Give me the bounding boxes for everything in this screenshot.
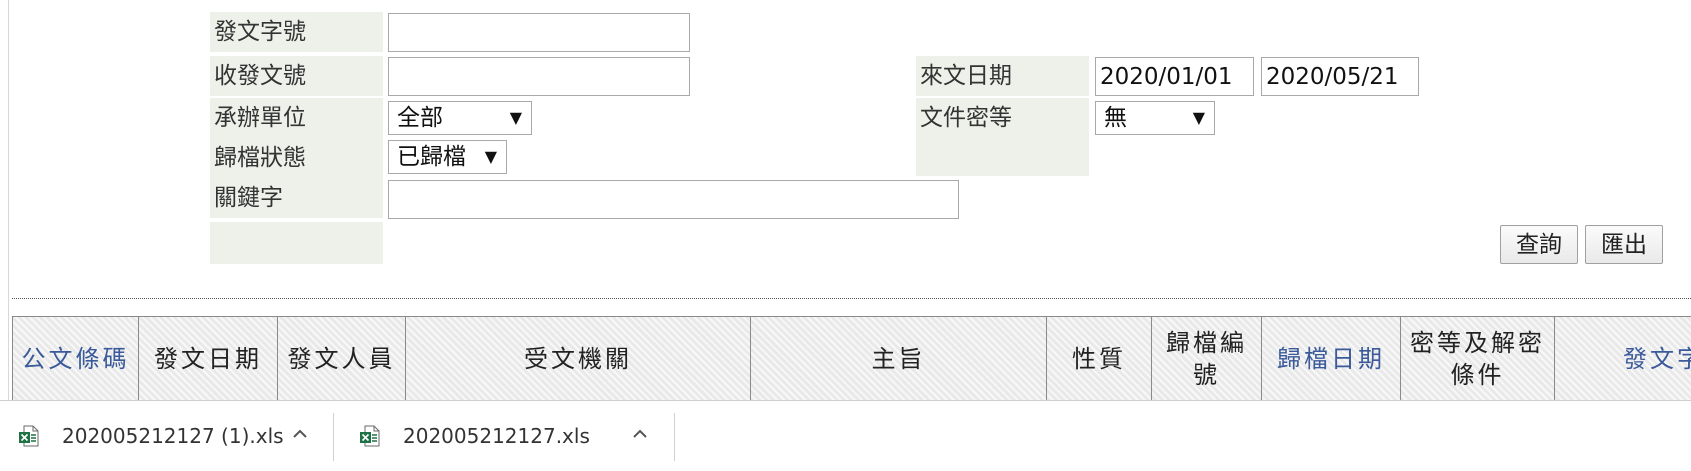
security-level-value: 無: [1104, 105, 1127, 131]
column-header-nature: 性質: [1047, 317, 1152, 401]
dropdown-arrow-icon: ▼: [509, 108, 522, 127]
incoming-date-label: 來文日期: [916, 56, 1089, 96]
download-filename: 202005212127.xls: [403, 424, 590, 448]
archive-status-select[interactable]: 已歸檔 ▼: [388, 140, 507, 174]
dropdown-arrow-icon: ▼: [1192, 108, 1205, 127]
column-header-barcode[interactable]: 公文條碼: [13, 317, 139, 401]
search-button[interactable]: 查詢: [1500, 225, 1578, 264]
download-filename: 202005212127 (1).xls: [62, 424, 284, 448]
column-header-sender: 發文人員: [278, 317, 406, 401]
download-divider: [674, 413, 675, 461]
chevron-up-icon[interactable]: [289, 423, 311, 445]
handling-unit-select[interactable]: 全部 ▼: [388, 101, 532, 135]
archive-status-label: 歸檔狀態: [210, 138, 383, 178]
column-header-security-conditions: 密等及解密條件: [1401, 317, 1555, 401]
download-item[interactable]: 202005212127 (1).xls: [0, 401, 332, 471]
keyword-label: 關鍵字: [210, 178, 383, 218]
page-left-border: [8, 0, 9, 400]
security-level-select[interactable]: 無 ▼: [1095, 101, 1215, 135]
column-header-recipient: 受文機關: [406, 317, 751, 401]
column-header-send-date: 發文日期: [139, 317, 278, 401]
excel-file-icon: [19, 425, 39, 447]
dropdown-arrow-icon: ▼: [484, 147, 497, 166]
handling-unit-label: 承辦單位: [210, 98, 383, 138]
excel-file-icon: [360, 425, 380, 447]
date-from-input[interactable]: [1095, 57, 1254, 96]
export-button[interactable]: 匯出: [1585, 225, 1663, 264]
results-table-header: 公文條碼 發文日期 發文人員 受文機關 主旨 性質 歸檔編號 歸檔日期 密等及解…: [12, 316, 1691, 401]
keyword-input[interactable]: [388, 180, 959, 219]
column-header-archive-date[interactable]: 歸檔日期: [1262, 317, 1401, 401]
empty-label-cell: [210, 222, 383, 264]
section-divider: [12, 298, 1691, 299]
date-to-input[interactable]: [1261, 57, 1419, 96]
handling-unit-value: 全部: [397, 105, 443, 131]
column-header-subject: 主旨: [751, 317, 1047, 401]
column-header-doc-number[interactable]: 發文字: [1555, 317, 1691, 401]
column-header-archive-number: 歸檔編號: [1152, 317, 1262, 401]
empty-label-cell: [916, 138, 1089, 176]
chevron-up-icon[interactable]: [629, 423, 651, 445]
download-item[interactable]: 202005212127.xls: [334, 401, 674, 471]
security-level-label: 文件密等: [916, 98, 1089, 138]
recv-send-number-input[interactable]: [388, 57, 690, 96]
archive-status-value: 已歸檔: [397, 144, 466, 170]
doc-number-label: 發文字號: [210, 12, 383, 52]
doc-number-input[interactable]: [388, 13, 690, 52]
download-bar: 202005212127 (1).xls 202005212127.xls: [0, 400, 1691, 471]
recv-send-number-label: 收發文號: [210, 56, 383, 96]
